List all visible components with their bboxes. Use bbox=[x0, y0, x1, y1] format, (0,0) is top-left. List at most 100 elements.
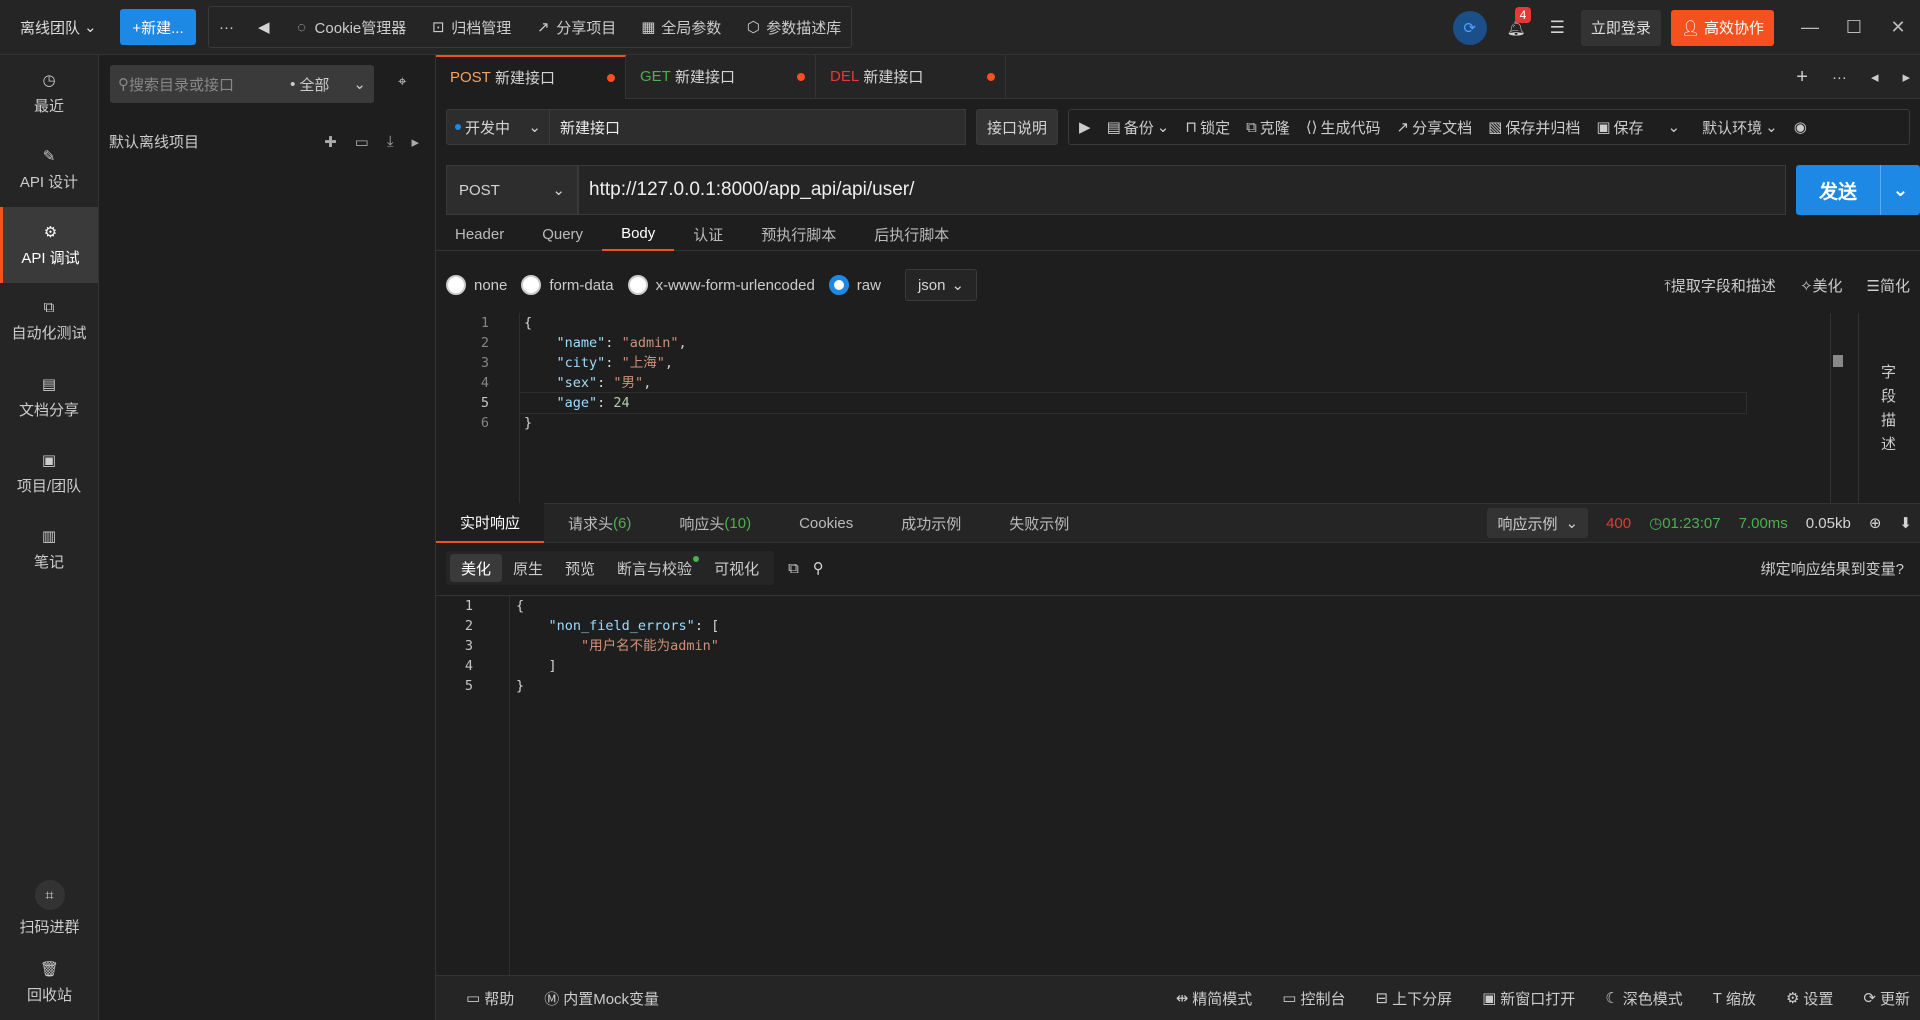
console-button[interactable]: ▭ 控制台 bbox=[1282, 988, 1345, 1009]
search-input[interactable]: ⚲ 搜索目录或接口 • 全部 ⌄ bbox=[110, 65, 374, 103]
send-button[interactable]: 发送 ⌄ bbox=[1796, 165, 1920, 215]
view-assert[interactable]: 断言与校验 bbox=[606, 554, 703, 582]
settings-button[interactable]: ⚙ 设置 bbox=[1786, 988, 1833, 1009]
body-editor[interactable]: 1 2 3 4 5 6 { "name": "admin", "city": "上海", … bbox=[436, 313, 1920, 503]
tab-cookies[interactable]: Cookies bbox=[775, 503, 877, 543]
radio-form-data[interactable]: form-data bbox=[521, 275, 614, 295]
next-tab-icon[interactable]: ▸ bbox=[1902, 68, 1910, 86]
zoom-button[interactable]: T 缩放 bbox=[1713, 988, 1756, 1009]
tab-success-example[interactable]: 成功示例 bbox=[877, 503, 985, 543]
env-select[interactable]: 默认环境 ⌄ bbox=[1702, 117, 1778, 138]
eye-icon[interactable]: ◉ bbox=[1794, 118, 1807, 136]
sync-icon[interactable]: ⟳ bbox=[1452, 10, 1487, 45]
code-area[interactable]: { "name": "admin", "city": "上海", "sex": … bbox=[519, 313, 1747, 433]
more-icon[interactable]: ··· bbox=[1832, 69, 1847, 86]
tab-pre-script[interactable]: 预执行脚本 bbox=[742, 217, 855, 251]
gen-code-button[interactable]: ⟨⟩ 生成代码 bbox=[1306, 117, 1381, 138]
url-input[interactable]: http://127.0.0.1:8000/app_api/api/user/ bbox=[578, 165, 1786, 215]
view-visual[interactable]: 可视化 bbox=[703, 554, 770, 582]
close-button[interactable]: ✕ bbox=[1876, 17, 1920, 38]
dark-mode-button[interactable]: ☾ 深色模式 bbox=[1605, 988, 1682, 1009]
search-icon[interactable]: ⚲ bbox=[813, 559, 824, 577]
radio-none[interactable]: none bbox=[446, 275, 507, 295]
login-button[interactable]: 立即登录 bbox=[1580, 9, 1661, 46]
cookie-manager-button[interactable]: ◌ Cookie管理器 bbox=[294, 17, 406, 38]
notification-button[interactable]: 🔔︎ 4 bbox=[1507, 6, 1532, 37]
bind-variable-link[interactable]: 绑定响应结果到变量? bbox=[1761, 558, 1904, 579]
scope-select[interactable]: • 全部 ⌄ bbox=[290, 74, 366, 95]
compact-mode-button[interactable]: ⇹ 精简模式 bbox=[1176, 988, 1253, 1009]
tab-auth[interactable]: 认证 bbox=[674, 217, 742, 251]
new-window-button[interactable]: ▣ 新窗口打开 bbox=[1482, 988, 1575, 1009]
tab-fail-example[interactable]: 失败示例 bbox=[985, 503, 1093, 543]
lock-button[interactable]: ⊓ 锁定 bbox=[1185, 117, 1230, 138]
format-select[interactable]: json ⌄ bbox=[904, 269, 978, 301]
tab-header[interactable]: Header bbox=[436, 217, 523, 251]
share-project-button[interactable]: ↗ 分享项目 bbox=[535, 17, 616, 38]
tab-body[interactable]: Body bbox=[602, 217, 675, 251]
globe-icon[interactable]: ⊕ bbox=[1869, 514, 1882, 532]
split-button[interactable]: ⊟ 上下分屏 bbox=[1375, 988, 1452, 1009]
save-dropdown[interactable]: ⌄ bbox=[1668, 118, 1681, 136]
archive-manager-button[interactable]: ⊡ 归档管理 bbox=[430, 17, 511, 38]
qr-group-button[interactable]: ⌗ 扫码进群 bbox=[0, 880, 99, 937]
collab-button[interactable]: 👤︎ 高效协作 bbox=[1670, 9, 1774, 46]
global-params-button[interactable]: ▦ 全局参数 bbox=[640, 17, 721, 38]
help-button[interactable]: ▭ 帮助 bbox=[466, 988, 514, 1009]
field-desc-panel[interactable]: 字段描述 bbox=[1858, 313, 1918, 503]
send-dropdown[interactable]: ⌄ bbox=[1880, 165, 1920, 215]
clone-button[interactable]: ⧉ 克隆 bbox=[1246, 117, 1290, 138]
tab-del[interactable]: DEL 新建接口 bbox=[816, 54, 1006, 99]
nav-recent[interactable]: ◷ 最近 bbox=[0, 55, 98, 131]
nav-api-debug[interactable]: ⚙ API 调试 bbox=[0, 207, 98, 283]
example-select[interactable]: 响应示例 ⌄ bbox=[1487, 508, 1589, 538]
run-button[interactable]: ▶ bbox=[1079, 118, 1091, 136]
param-library-button[interactable]: ⬡ 参数描述库 bbox=[745, 17, 842, 38]
tab-request-headers[interactable]: 请求头 (6) bbox=[544, 503, 655, 543]
nav-api-design[interactable]: ✎ API 设计 bbox=[0, 131, 98, 207]
update-button[interactable]: ⟳ 更新 bbox=[1863, 988, 1910, 1009]
response-editor[interactable]: 1 2 3 4 5 { "non_field_errors": [ "用户名不能为adm… bbox=[436, 595, 1920, 984]
copy-icon[interactable]: ⧉ bbox=[788, 560, 799, 577]
tab-query[interactable]: Query bbox=[523, 217, 602, 251]
api-name-input[interactable]: 新建接口 bbox=[550, 109, 966, 145]
nav-project-team[interactable]: ▣ 项目/团队 bbox=[0, 435, 98, 511]
tab-post[interactable]: POST 新建接口 bbox=[436, 54, 626, 99]
team-selector[interactable]: 离线团队 ⌄ bbox=[0, 17, 100, 38]
radio-raw[interactable]: raw bbox=[828, 275, 881, 295]
nav-auto-test[interactable]: ⧉ 自动化测试 bbox=[0, 283, 98, 359]
tab-live-response[interactable]: 实时响应 bbox=[436, 503, 545, 543]
save-archive-button[interactable]: ▧ 保存并归档 bbox=[1488, 117, 1580, 138]
tab-response-headers[interactable]: 响应头 (10) bbox=[655, 503, 775, 543]
tab-post-script[interactable]: 后执行脚本 bbox=[855, 217, 968, 251]
beautify-button[interactable]: ✧美化 bbox=[1800, 275, 1843, 296]
more-button[interactable]: ··· bbox=[219, 19, 234, 36]
back-button[interactable]: ◀ bbox=[258, 18, 270, 36]
view-preview[interactable]: 预览 bbox=[554, 554, 606, 582]
nav-notes[interactable]: ▥ 笔记 bbox=[0, 511, 98, 587]
extract-fields-button[interactable]: ⤒提取字段和描述 bbox=[1664, 275, 1776, 296]
radio-urlencoded[interactable]: x-www-form-urlencoded bbox=[627, 275, 815, 295]
method-select[interactable]: POST ⌄ bbox=[446, 165, 578, 215]
mock-vars-button[interactable]: Ⓜ 内置Mock变量 bbox=[544, 988, 659, 1009]
nav-doc-share[interactable]: ▤ 文档分享 bbox=[0, 359, 98, 435]
prev-tab-icon[interactable]: ◂ bbox=[1871, 68, 1879, 86]
editor-scrollbar[interactable] bbox=[1830, 313, 1846, 503]
status-select[interactable]: 开发中 ⌄ bbox=[446, 109, 550, 145]
notes-icon[interactable]: ☰ bbox=[1550, 18, 1565, 38]
add-tab-icon[interactable]: + bbox=[1796, 66, 1808, 89]
maximize-button[interactable]: ☐ bbox=[1832, 17, 1876, 38]
import-icon[interactable]: ⤓ bbox=[387, 133, 394, 151]
add-folder-icon[interactable]: ▭ bbox=[355, 133, 369, 151]
new-button[interactable]: +新建... bbox=[120, 9, 196, 45]
view-beautify[interactable]: 美化 bbox=[450, 554, 503, 582]
minimize-button[interactable]: — bbox=[1788, 17, 1832, 38]
locate-icon[interactable]: ⌖ bbox=[398, 73, 406, 90]
tab-get[interactable]: GET 新建接口 bbox=[626, 54, 816, 99]
share-doc-button[interactable]: ↗ 分享文档 bbox=[1397, 117, 1473, 138]
simplify-button[interactable]: ☰简化 bbox=[1867, 275, 1910, 296]
save-button[interactable]: ▣ 保存 bbox=[1596, 117, 1643, 138]
api-desc-button[interactable]: 接口说明 bbox=[976, 109, 1059, 145]
view-raw[interactable]: 原生 bbox=[502, 554, 554, 582]
project-item[interactable]: 默认离线项目 ✚ ▭ ⤓ ▸ bbox=[109, 131, 419, 152]
